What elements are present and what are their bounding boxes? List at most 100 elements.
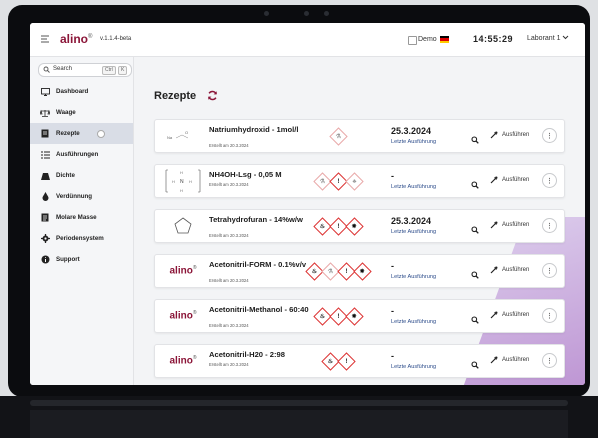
demo-label: Demo [418, 36, 437, 43]
alino-logo-thumbnail: alino® [161, 257, 205, 285]
more-options-icon[interactable]: ⋮ [542, 308, 557, 323]
recipe-icon [40, 129, 50, 139]
pipette-icon [490, 176, 498, 184]
sidebar-item-waage[interactable]: Waage [30, 102, 133, 123]
ghs-health-hazard-icon: ✸ [344, 217, 364, 236]
recipe-name: Acetonitril-Methanol - 60:40 [209, 305, 309, 314]
chevron-down-icon [563, 35, 569, 40]
last-run-label: Letzte Ausführung [391, 364, 437, 370]
sidebar-item-label: Molare Masse [56, 214, 97, 221]
search-icon[interactable] [471, 311, 479, 329]
camera-icon [304, 11, 309, 16]
last-run-label: Letzte Ausführung [391, 229, 437, 235]
alino-logo-thumbnail: alino® [161, 302, 205, 330]
ghs-corrosive-icon: ⚗ [328, 127, 348, 146]
sidebar-item-support[interactable]: Support [30, 249, 133, 270]
run-button[interactable]: Ausführen [490, 311, 529, 319]
sidebar-item-label: Dichte [56, 172, 75, 179]
last-run-date: 25.3.2024 [391, 216, 432, 226]
recipe-created-date: Erstellt am 20.3.2024 [209, 278, 249, 283]
more-options-icon[interactable]: ⋮ [542, 128, 557, 143]
run-button[interactable]: Ausführen [490, 221, 529, 229]
app-screen: alino® v.1.1.4-beta Demo 14:55:29 Labora… [30, 23, 585, 385]
search-icon[interactable] [471, 221, 479, 239]
recipe-card[interactable]: alino® Acetonitril-FORM - 0.1%v/v Erstellt… [154, 254, 565, 288]
recipe-card[interactable]: N H H H H NH4OH-Lsg - 0,05 M Erstellt am 20.3.… [154, 164, 565, 198]
ghs-health-hazard-icon: ✸ [352, 262, 372, 281]
last-run-date: 25.3.2024 [391, 126, 432, 136]
ghs-environment-icon: ♣ [344, 172, 364, 191]
run-button[interactable]: Ausführen [490, 356, 529, 364]
pipette-icon [490, 356, 498, 364]
user-menu[interactable]: Laborant 1 [527, 35, 569, 42]
hazard-pictograms: ♨! ✸ [298, 307, 378, 326]
hazard-pictograms: ♨! ✸ [298, 217, 378, 236]
demo-checkbox[interactable] [408, 36, 417, 45]
recipe-card[interactable]: alino® Acetonitril-Methanol - 60:40 Erstel… [154, 299, 565, 333]
last-run-label: Letzte Ausführung [391, 184, 437, 190]
recipe-created-date: Erstellt am 20.3.2024 [209, 233, 249, 238]
last-run-date: - [391, 306, 394, 316]
search-icon[interactable] [471, 356, 479, 374]
run-label: Ausführen [502, 312, 530, 318]
search-icon[interactable] [471, 131, 479, 149]
pipette-icon [490, 266, 498, 274]
recipe-card[interactable]: Tetrahydrofuran - 14%w/w Erstellt am 20.3… [154, 209, 565, 243]
hazard-pictograms: ⚗! ♣ [298, 172, 378, 191]
top-bar: alino® v.1.1.4-beta Demo 14:55:29 Labora… [30, 23, 585, 57]
shortcut-key: Ctrl [102, 66, 116, 75]
search-input[interactable]: Search Ctrl K [38, 63, 132, 77]
svg-text:H: H [189, 179, 192, 184]
sidebar-item-dashboard[interactable]: Dashboard [30, 81, 133, 102]
search-icon[interactable] [471, 176, 479, 194]
ghs-exclamation-icon: ! [336, 352, 356, 371]
sidebar-item-dichte[interactable]: Dichte [30, 165, 133, 186]
brand-name: alino [169, 265, 193, 277]
german-flag-icon[interactable] [440, 36, 449, 43]
tablet-bezel: alino® v.1.1.4-beta Demo 14:55:29 Labora… [8, 5, 590, 397]
recipe-card[interactable]: Na O Natriumhydroxid - 1mol/l Erstellt am 2… [154, 119, 565, 153]
sidebar-item-ausfuehrungen[interactable]: Ausführungen [30, 144, 133, 165]
brand-mark: ® [192, 355, 197, 362]
sidebar-item-molare-masse[interactable]: Molare Masse [30, 207, 133, 228]
search-label: Search [53, 66, 73, 72]
hazard-pictograms: ♨! [298, 352, 378, 371]
main-content: Rezepte Na O Natriumhydroxid - 1mol/l Erste… [134, 57, 585, 385]
sidebar-item-label: Waage [56, 109, 76, 116]
refresh-icon[interactable] [207, 90, 218, 101]
sidebar-item-label: Rezepte [56, 130, 80, 137]
recipe-name: Tetrahydrofuran - 14%w/w [209, 215, 303, 224]
run-button[interactable]: Ausführen [490, 131, 529, 139]
recipe-created-date: Erstellt am 20.3.2024 [209, 362, 249, 367]
more-options-icon[interactable]: ⋮ [542, 173, 557, 188]
svg-text:H: H [172, 179, 175, 184]
sidebar-item-verduennung[interactable]: Verdünnung [30, 186, 133, 207]
recipe-card[interactable]: alino® Acetonitril-H20 - 2:98 Erstellt am … [154, 344, 565, 378]
brand-name: alino [169, 310, 193, 322]
structure-formula-icon: NHHHH [161, 167, 205, 195]
more-options-icon[interactable]: ⋮ [542, 218, 557, 233]
weight-icon [40, 171, 50, 181]
search-icon[interactable] [471, 266, 479, 284]
brand-mark: ® [192, 265, 197, 272]
run-button[interactable]: Ausführen [490, 176, 529, 184]
tablet-device: alino® v.1.1.4-beta Demo 14:55:29 Labora… [0, 0, 598, 438]
sidebar: Search Ctrl K Dashboard Waage Rezepte Au… [30, 57, 134, 385]
more-options-icon[interactable]: ⋮ [542, 353, 557, 368]
sidebar-item-label: Dashboard [56, 88, 89, 95]
user-name: Laborant 1 [527, 35, 561, 42]
info-icon [40, 255, 50, 265]
shortcut-key: K [118, 66, 128, 75]
touch-cursor [97, 130, 105, 138]
run-label: Ausführen [502, 222, 530, 228]
document-icon [40, 213, 50, 223]
brand-name: alino [169, 355, 193, 367]
menu-icon[interactable] [40, 34, 50, 44]
run-button[interactable]: Ausführen [490, 266, 529, 274]
drop-icon [40, 192, 50, 202]
recipe-created-date: Erstellt am 20.3.2024 [209, 182, 249, 187]
sidebar-item-rezepte[interactable]: Rezepte [30, 123, 133, 144]
more-options-icon[interactable]: ⋮ [542, 263, 557, 278]
sidebar-item-periodensystem[interactable]: Periodensystem [30, 228, 133, 249]
sidebar-item-label: Support [56, 256, 80, 263]
